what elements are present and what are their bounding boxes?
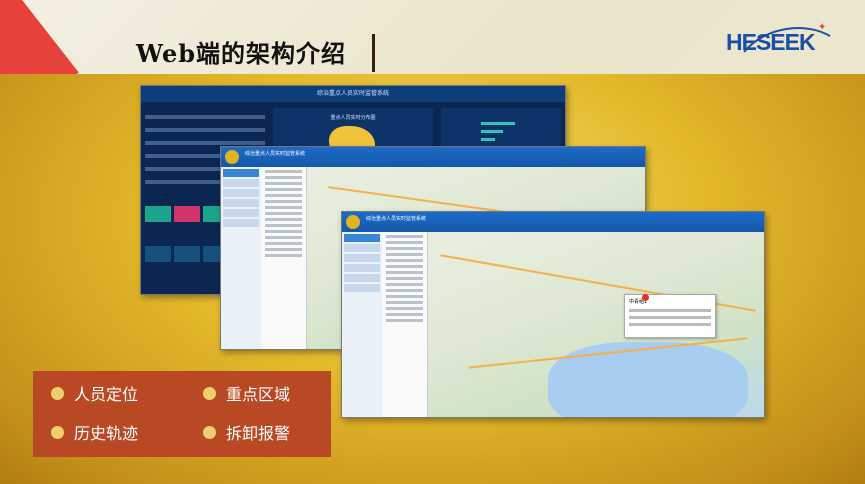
feature-item: 人员定位 xyxy=(51,381,138,405)
slide: Web端的架构介绍 ✦ HESEEK 综治重点人员实时监管系统 重点人员实时分布… xyxy=(0,0,865,484)
app-nav xyxy=(221,167,261,349)
app-tree xyxy=(382,232,428,417)
emblem-icon xyxy=(346,215,360,229)
app-tree xyxy=(261,167,307,349)
emblem-icon xyxy=(225,150,239,164)
feature-label: 历史轨迹 xyxy=(74,424,139,443)
app-title: 综治重点人员实时监管系统 xyxy=(366,216,427,222)
heseek-logo: ✦ HESEEK xyxy=(726,22,836,62)
app-nav xyxy=(342,232,382,417)
slide-title: Web端的架构介绍 xyxy=(136,39,347,68)
feature-menu: 人员定位 重点区域 历史轨迹 拆卸报警 xyxy=(33,371,331,457)
bullet-icon xyxy=(51,386,64,400)
svg-text:✦: ✦ xyxy=(818,22,826,33)
app-map: 中青组1 xyxy=(428,232,764,417)
bullet-icon xyxy=(203,386,216,400)
popup-title: 中青组1 xyxy=(629,299,648,305)
feature-label: 重点区域 xyxy=(226,385,291,404)
app-title: 综治重点人员实时监管系统 xyxy=(245,151,306,157)
app-header: 综治重点人员实时监管系统 xyxy=(221,147,645,167)
location-pin-icon xyxy=(642,294,649,301)
feature-label: 人员定位 xyxy=(74,385,139,404)
bullet-icon xyxy=(203,425,216,439)
app-header: 综治重点人员实时监管系统 xyxy=(342,212,764,232)
map-app-screenshot-2: 综治重点人员实时监管系统 中青组1 xyxy=(341,211,765,418)
dashboard-stats xyxy=(145,246,229,262)
bullet-icon xyxy=(51,425,64,439)
title-divider xyxy=(372,34,375,72)
feature-label: 拆卸报警 xyxy=(226,424,291,443)
feature-item: 重点区域 xyxy=(203,381,290,405)
dashboard-map-title: 重点人员实时分布图 xyxy=(330,115,376,121)
dashboard-tiles xyxy=(145,206,229,222)
feature-item: 拆卸报警 xyxy=(203,420,290,444)
location-popup: 中青组1 xyxy=(624,294,716,338)
feature-item: 历史轨迹 xyxy=(51,420,138,444)
dashboard-header: 综治重点人员实时监管系统 xyxy=(141,86,565,102)
logo-text: HESEEK xyxy=(726,29,816,55)
